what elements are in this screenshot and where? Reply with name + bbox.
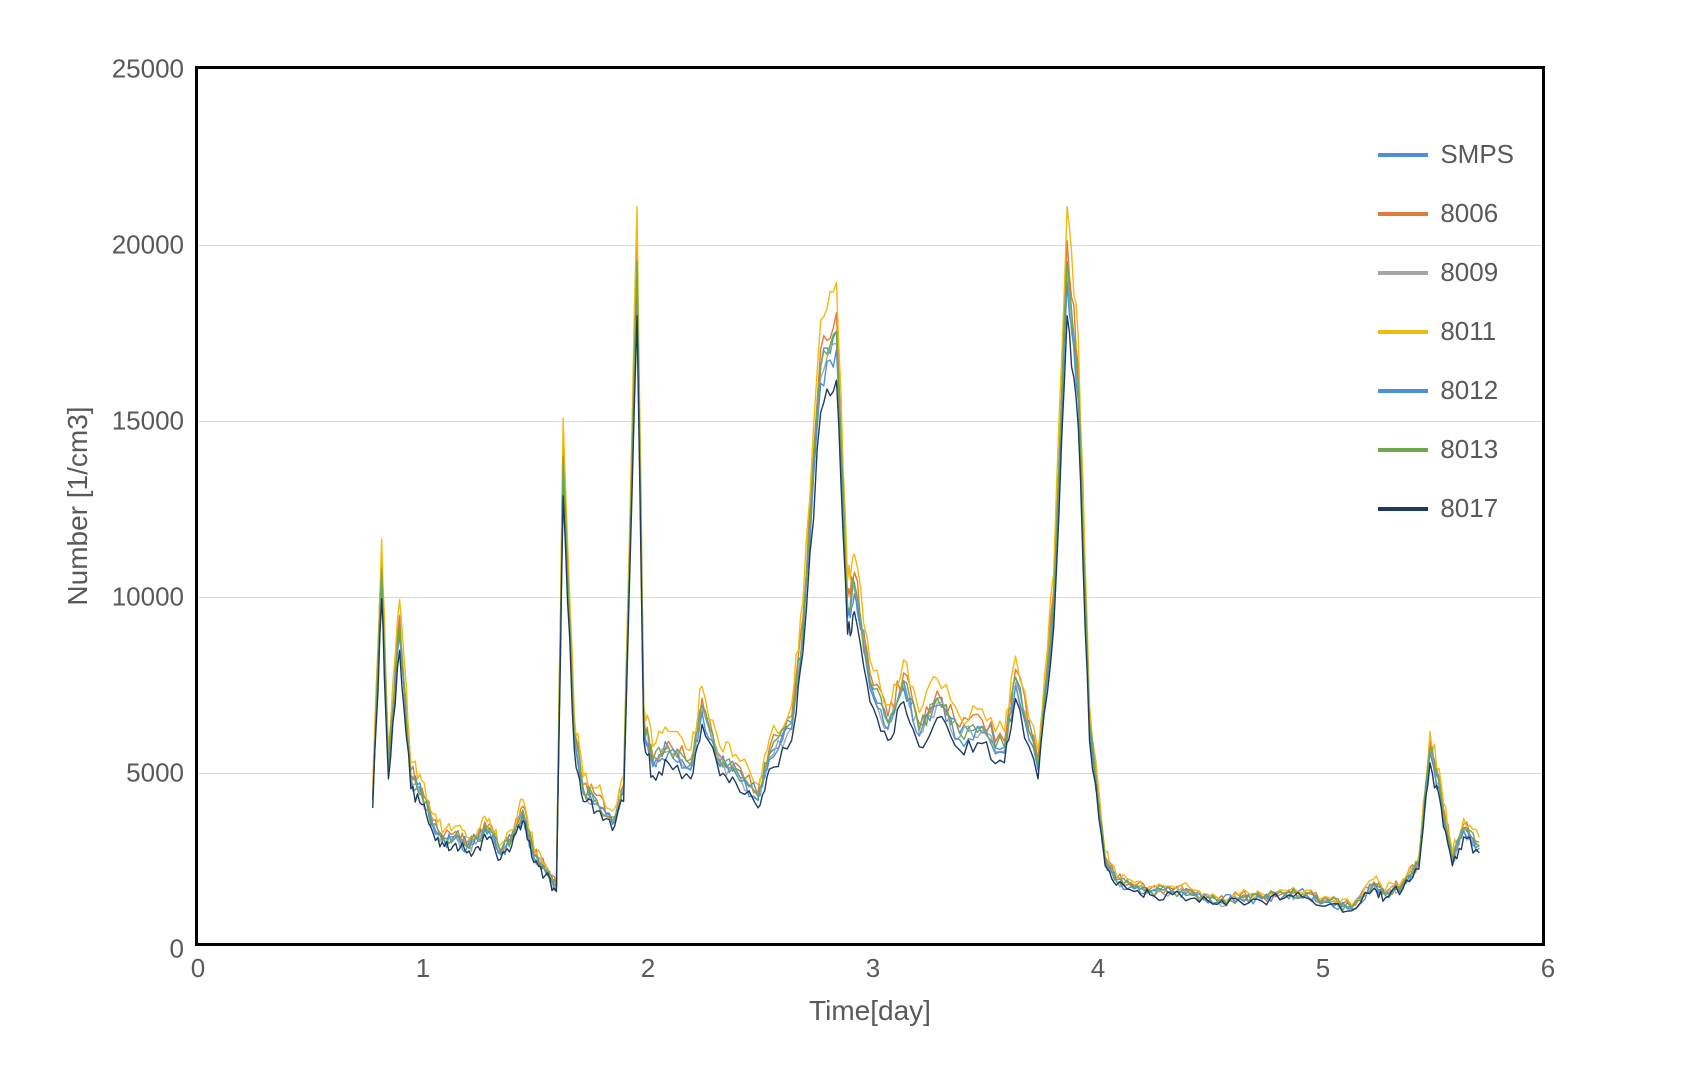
plot-area: 0500010000150002000025000 0123456 Time[d… — [195, 66, 1545, 946]
legend-swatch — [1378, 507, 1428, 511]
legend-swatch — [1378, 448, 1428, 452]
y-tick-label: 5000 — [126, 758, 198, 789]
legend-item: 8006 — [1378, 198, 1514, 229]
series-8012 — [373, 282, 1480, 910]
series-8006 — [373, 241, 1480, 907]
y-axis-title: Number [1/cm3] — [62, 406, 94, 605]
legend-swatch — [1378, 271, 1428, 275]
y-tick-label: 20000 — [112, 230, 198, 261]
y-tick-label: 10000 — [112, 582, 198, 613]
series-8009 — [373, 275, 1480, 909]
legend-item: 8013 — [1378, 434, 1514, 465]
series-8013 — [373, 261, 1480, 910]
legend-swatch — [1378, 153, 1428, 157]
legend-label: 8006 — [1440, 198, 1498, 229]
series-8011 — [373, 207, 1480, 906]
legend-label: 8009 — [1440, 257, 1498, 288]
legend-item: 8011 — [1378, 316, 1514, 347]
series-SMPS — [373, 261, 1480, 908]
legend-label: 8011 — [1440, 316, 1496, 347]
legend-item: 8009 — [1378, 257, 1514, 288]
legend-item: SMPS — [1378, 139, 1514, 170]
x-tick-label: 0 — [191, 943, 205, 984]
x-tick-label: 1 — [416, 943, 430, 984]
x-tick-label: 4 — [1091, 943, 1105, 984]
legend-swatch — [1378, 389, 1428, 393]
y-tick-label: 15000 — [112, 406, 198, 437]
series-8017 — [373, 316, 1480, 912]
x-tick-label: 2 — [641, 943, 655, 984]
x-tick-label: 6 — [1541, 943, 1555, 984]
legend-label: 8012 — [1440, 375, 1498, 406]
legend-label: 8017 — [1440, 493, 1498, 524]
legend-swatch — [1378, 330, 1428, 334]
x-axis-title: Time[day] — [809, 995, 931, 1027]
legend-swatch — [1378, 212, 1428, 216]
x-tick-label: 5 — [1316, 943, 1330, 984]
legend-item: 8012 — [1378, 375, 1514, 406]
chart-stage: 0500010000150002000025000 0123456 Time[d… — [0, 0, 1700, 1070]
legend-item: 8017 — [1378, 493, 1514, 524]
y-tick-label: 25000 — [112, 54, 198, 85]
x-tick-label: 3 — [866, 943, 880, 984]
line-series-layer — [198, 69, 1542, 943]
legend: SMPS 8006 8009 8011 8012 8013 8017 — [1378, 139, 1514, 524]
legend-label: SMPS — [1440, 139, 1514, 170]
legend-label: 8013 — [1440, 434, 1498, 465]
